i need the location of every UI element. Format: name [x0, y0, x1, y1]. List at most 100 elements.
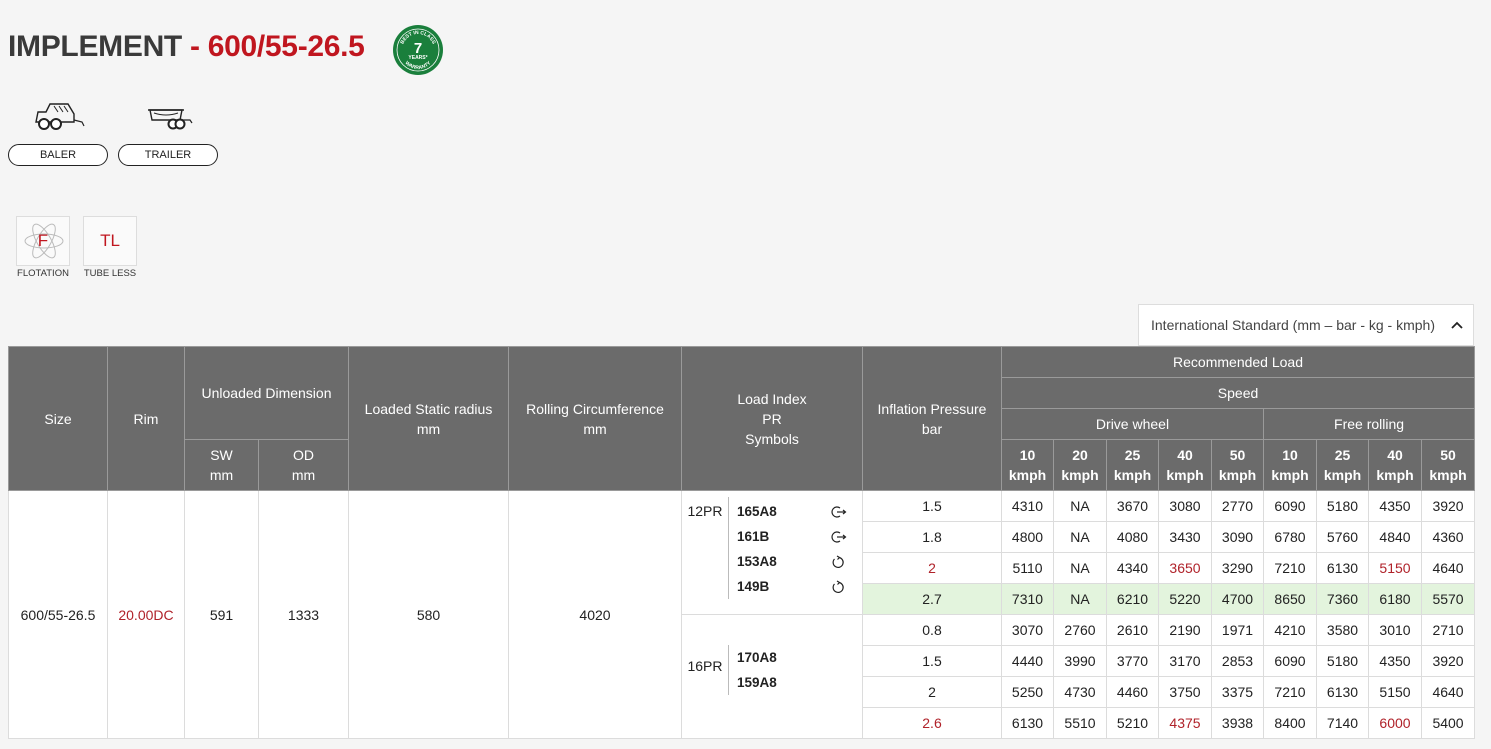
cell-free-load: 5150	[1368, 552, 1422, 584]
cell-drive-load: 4080	[1106, 521, 1159, 553]
ply-rating: 12PR	[687, 503, 723, 519]
title-size: 600/55-26.5	[207, 30, 365, 63]
cell-drive-load: 2853	[1211, 645, 1264, 677]
cell-drive-load: 4310	[1001, 490, 1054, 522]
cell-drive-load: 5210	[1106, 707, 1159, 739]
header-loaded-static-radius: Loaded Static radius mm	[348, 346, 509, 491]
unit-standard-select[interactable]: International Standard (mm – bar - kg - …	[1138, 304, 1474, 346]
cell-drive-load: 5510	[1053, 707, 1107, 739]
load-index-code: 153A8	[737, 549, 847, 574]
cell-free-load: 5180	[1316, 645, 1369, 677]
cell-free-load: 8400	[1263, 707, 1317, 739]
cell-free-load: 4640	[1420, 676, 1476, 708]
cell-drive-load: 3770	[1106, 645, 1159, 677]
cell-drive-load: 5110	[1001, 552, 1054, 584]
header-rim: Rim	[107, 346, 185, 491]
cell-free-load: 3010	[1368, 614, 1422, 646]
cell-inflation-pressure: 2	[862, 552, 1002, 584]
cell-inflation-pressure: 1.5	[862, 490, 1002, 522]
cell-inflation-pressure: 2	[862, 676, 1002, 708]
cell-free-load: 4360	[1420, 521, 1476, 553]
header-size: Size	[8, 346, 108, 491]
header-sw: SW mm	[184, 439, 259, 491]
cell-free-load: 5760	[1316, 521, 1369, 553]
cell-inflation-pressure: 1.5	[862, 645, 1002, 677]
cell-drive-load: 3650	[1158, 552, 1212, 584]
cell-free-load: 4640	[1420, 552, 1476, 584]
cell-drive-load: 3080	[1158, 490, 1212, 522]
header-od: OD mm	[258, 439, 349, 491]
cell-free-load: 6780	[1263, 521, 1317, 553]
application-trailer-button[interactable]: TRAILER	[118, 144, 218, 166]
cell-free-load: 5150	[1368, 676, 1422, 708]
cell-drive-load: 3070	[1001, 614, 1054, 646]
load-index-code: 165A8	[737, 499, 847, 524]
header-recommended-load: Recommended Load	[1000, 346, 1476, 378]
chevron-up-icon	[1451, 321, 1463, 329]
header-free-speed: 25 kmph	[1316, 439, 1369, 491]
ply-rating: 16PR	[687, 658, 723, 674]
cell-drive-load: 3990	[1053, 645, 1107, 677]
cell-drive-load: NA	[1053, 583, 1107, 615]
application-baler	[8, 100, 108, 134]
cell-drive-load: 4700	[1211, 583, 1264, 615]
application-baler-button[interactable]: BALER	[8, 144, 108, 166]
cell-free-load: 3920	[1420, 490, 1476, 522]
cell-free-load: 5570	[1420, 583, 1476, 615]
header-drive-speed: 10 kmph	[1001, 439, 1054, 491]
cell-drive-load: 2190	[1158, 614, 1212, 646]
header-drive-speed: 25 kmph	[1106, 439, 1159, 491]
cell-inflation-pressure: 0.8	[862, 614, 1002, 646]
cell-drive-load: 7310	[1001, 583, 1054, 615]
title-category: IMPLEMENT	[8, 30, 182, 63]
cell-drive-load: 2610	[1106, 614, 1159, 646]
cell-drive-load: 3430	[1158, 521, 1212, 553]
cell-free-load: 7210	[1263, 552, 1317, 584]
cell-free-load: 5400	[1420, 707, 1476, 739]
cell-inflation-pressure: 2.6	[862, 707, 1002, 739]
feature-label: TUBE LESS	[83, 268, 137, 279]
cell-rolling-circumference: 4020	[508, 490, 682, 739]
cell-drive-load: 3090	[1211, 521, 1264, 553]
cell-free-load: 6180	[1368, 583, 1422, 615]
header-drive-speed: 50 kmph	[1211, 439, 1264, 491]
cell-free-load: 6000	[1368, 707, 1422, 739]
cell-drive-load: 3375	[1211, 676, 1264, 708]
feature-flotation: F FLOTATION	[16, 216, 70, 279]
cell-drive-load: 4730	[1053, 676, 1107, 708]
cell-free-load: 6130	[1316, 676, 1369, 708]
baler-icon	[35, 103, 85, 130]
svg-text:YEARS*: YEARS*	[408, 55, 427, 61]
feature-tube-less: TL TUBE LESS	[83, 216, 137, 279]
cell-loaded-static-radius: 580	[348, 490, 509, 739]
cell-inflation-pressure: 1.8	[862, 521, 1002, 553]
cell-drive-load: 5250	[1001, 676, 1054, 708]
load-index-code: 149B	[737, 574, 847, 599]
unit-standard-value: International Standard (mm – bar - kg - …	[1151, 317, 1436, 333]
cell-drive-load: 2770	[1211, 490, 1264, 522]
header-free-speed: 50 kmph	[1420, 439, 1476, 491]
cell-od: 1333	[258, 490, 349, 739]
header-speed: Speed	[1000, 377, 1476, 409]
cell-free-load: 5180	[1316, 490, 1369, 522]
header-drive-wheel: Drive wheel	[1001, 408, 1264, 440]
cell-drive-load: 6130	[1001, 707, 1054, 739]
cell-drive-load: 4460	[1106, 676, 1159, 708]
cell-free-load: 4350	[1368, 645, 1422, 677]
header-unloaded-dimension: Unloaded Dimension	[184, 346, 349, 440]
cell-free-load: 8650	[1263, 583, 1317, 615]
cell-free-load: 7210	[1263, 676, 1317, 708]
title-separator: -	[181, 30, 208, 63]
cell-drive-load: 3750	[1158, 676, 1212, 708]
drive-wheel-symbol-icon	[831, 505, 847, 518]
free-rolling-symbol-icon	[832, 554, 844, 568]
cell-drive-load: 3938	[1211, 707, 1264, 739]
cell-drive-load: 3290	[1211, 552, 1264, 584]
tube-less-icon: TL	[83, 216, 137, 266]
header-free-rolling: Free rolling	[1262, 408, 1476, 440]
cell-drive-load: 3670	[1106, 490, 1159, 522]
cell-free-load: 2710	[1420, 614, 1476, 646]
cell-free-load: 3920	[1420, 645, 1476, 677]
cell-free-load: 4350	[1368, 490, 1422, 522]
cell-free-load: 4840	[1368, 521, 1422, 553]
